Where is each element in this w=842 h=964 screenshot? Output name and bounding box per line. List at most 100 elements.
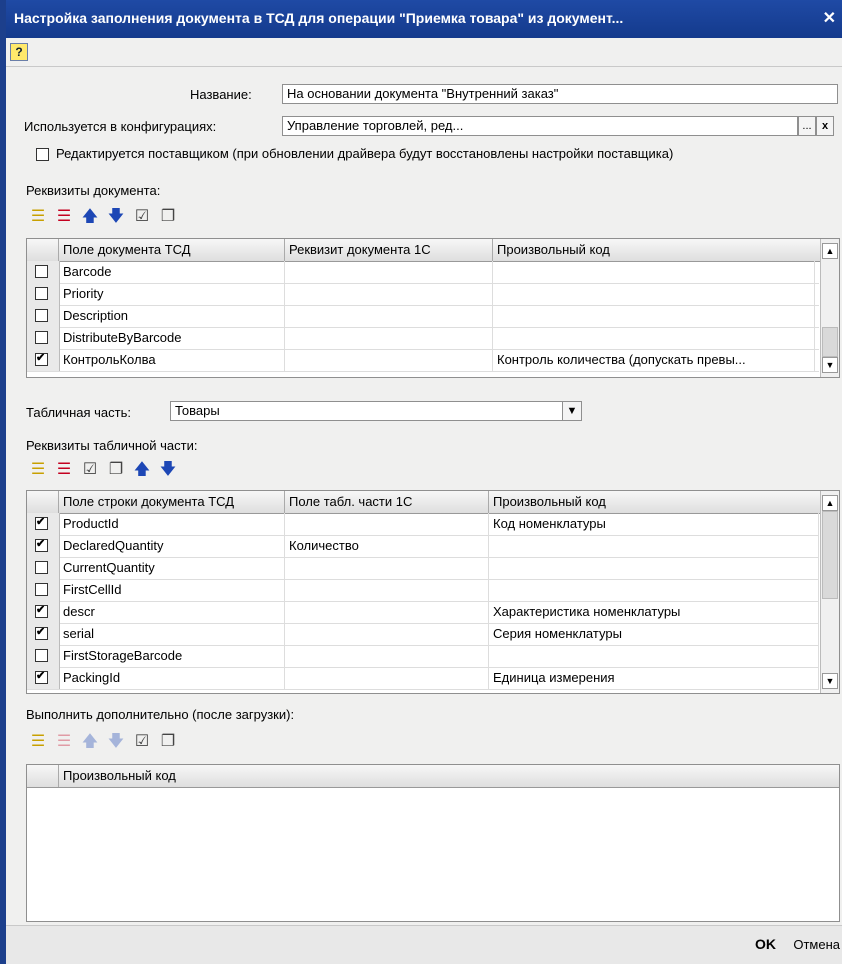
cell-field[interactable]: Description: [59, 305, 285, 327]
column-header[interactable]: Поле документа ТСД: [59, 239, 285, 261]
row-checkbox[interactable]: [35, 331, 48, 344]
close-icon[interactable]: ✕: [823, 8, 836, 28]
row-checkbox[interactable]: [35, 583, 48, 596]
table-row[interactable]: PackingId Единица измерения: [27, 667, 819, 690]
uncheck-all-icon[interactable]: ❐: [106, 460, 126, 480]
cell-code[interactable]: [493, 305, 815, 327]
cell-code[interactable]: Единица измерения: [489, 667, 819, 689]
table-part-select[interactable]: Товары ▼: [170, 401, 582, 421]
cell-attr[interactable]: [285, 305, 493, 327]
cell-code[interactable]: [489, 579, 819, 601]
uncheck-all-icon[interactable]: ❐: [158, 207, 178, 227]
table-row[interactable]: FirstStorageBarcode: [27, 645, 819, 668]
scroll-thumb[interactable]: [822, 511, 838, 599]
cell-attr[interactable]: Количество: [285, 535, 489, 557]
add-row-icon[interactable]: ☰: [28, 732, 48, 752]
table-row[interactable]: DeclaredQuantityКоличество: [27, 535, 819, 558]
move-up-icon[interactable]: 🡅: [132, 460, 152, 480]
column-header[interactable]: Произвольный код: [493, 239, 821, 261]
cell-field[interactable]: descr: [59, 601, 285, 623]
cell-attr[interactable]: [285, 283, 493, 305]
scroll-down-icon[interactable]: ▼: [822, 357, 838, 373]
scroll-up-icon[interactable]: ▲: [822, 495, 838, 511]
cell-attr[interactable]: [285, 601, 489, 623]
cell-attr[interactable]: [285, 557, 489, 579]
cell-attr[interactable]: [285, 645, 489, 667]
cell-code[interactable]: Код номенклатуры: [489, 513, 819, 535]
table-row[interactable]: descr Характеристика номенклатуры: [27, 601, 819, 624]
cell-field[interactable]: FirstStorageBarcode: [59, 645, 285, 667]
cell-code[interactable]: Серия номенклатуры: [489, 623, 819, 645]
row-checkbox[interactable]: [35, 561, 48, 574]
cell-field[interactable]: FirstCellId: [59, 579, 285, 601]
delete-row-icon[interactable]: ☰: [54, 207, 74, 227]
column-header[interactable]: Произвольный код: [59, 765, 839, 787]
cell-field[interactable]: DistributeByBarcode: [59, 327, 285, 349]
chevron-down-icon[interactable]: ▼: [562, 402, 581, 420]
ok-button[interactable]: OK: [755, 936, 776, 952]
cell-attr[interactable]: [285, 327, 493, 349]
cell-attr[interactable]: [285, 579, 489, 601]
cell-field[interactable]: CurrentQuantity: [59, 557, 285, 579]
column-header[interactable]: Произвольный код: [489, 491, 821, 513]
row-checkbox[interactable]: [35, 265, 48, 278]
cell-code[interactable]: Контроль количества (допускать превы...: [493, 349, 815, 371]
vertical-scrollbar[interactable]: ▲ ▼: [820, 239, 839, 377]
cell-code[interactable]: [493, 283, 815, 305]
table-row[interactable]: serial Серия номенклатуры: [27, 623, 819, 646]
help-icon[interactable]: ?: [10, 43, 28, 61]
table-row[interactable]: Description: [27, 305, 819, 328]
scroll-thumb[interactable]: [822, 327, 838, 357]
move-down-icon[interactable]: 🡇: [106, 207, 126, 227]
post-exec-grid[interactable]: Произвольный код: [26, 764, 840, 922]
cell-code[interactable]: [493, 261, 815, 283]
table-row[interactable]: DistributeByBarcode: [27, 327, 819, 350]
row-checkbox[interactable]: [35, 649, 48, 662]
cell-field[interactable]: КонтрольКолва: [59, 349, 285, 371]
table-row[interactable]: FirstCellId: [27, 579, 819, 602]
move-down-icon[interactable]: 🡇: [158, 460, 178, 480]
row-checkbox[interactable]: [35, 625, 48, 640]
table-row[interactable]: ProductId Код номенклатуры: [27, 513, 819, 536]
delete-row-icon[interactable]: ☰: [54, 460, 74, 480]
cell-code[interactable]: [493, 327, 815, 349]
row-checkbox[interactable]: [35, 287, 48, 300]
check-all-icon[interactable]: ☑: [80, 460, 100, 480]
cell-attr[interactable]: [285, 513, 489, 535]
row-checkbox[interactable]: [35, 669, 48, 684]
supplier-checkbox[interactable]: [36, 148, 49, 161]
row-checkbox[interactable]: [35, 537, 48, 552]
add-row-icon[interactable]: ☰: [28, 460, 48, 480]
cell-attr[interactable]: [285, 261, 493, 283]
row-checkbox[interactable]: [35, 309, 48, 322]
cell-code[interactable]: [489, 557, 819, 579]
config-clear-button[interactable]: x: [816, 116, 834, 136]
row-checkbox[interactable]: [35, 351, 48, 366]
scroll-up-icon[interactable]: ▲: [822, 243, 838, 259]
cancel-button[interactable]: Отмена: [793, 937, 840, 952]
column-header[interactable]: Реквизит документа 1С: [285, 239, 493, 261]
cell-field[interactable]: Barcode: [59, 261, 285, 283]
uncheck-all-icon[interactable]: ❐: [158, 732, 178, 752]
row-checkbox[interactable]: [35, 603, 48, 618]
move-up-icon[interactable]: 🡅: [80, 207, 100, 227]
cell-field[interactable]: PackingId: [59, 667, 285, 689]
check-all-icon[interactable]: ☑: [132, 207, 152, 227]
vertical-scrollbar[interactable]: ▲ ▼: [820, 491, 839, 693]
name-field[interactable]: На основании документа "Внутренний заказ…: [282, 84, 838, 104]
scroll-down-icon[interactable]: ▼: [822, 673, 838, 689]
table-row[interactable]: Priority: [27, 283, 819, 306]
column-header[interactable]: Поле строки документа ТСД: [59, 491, 285, 513]
cell-field[interactable]: DeclaredQuantity: [59, 535, 285, 557]
cell-field[interactable]: ProductId: [59, 513, 285, 535]
cell-code[interactable]: [489, 645, 819, 667]
table-row[interactable]: Barcode: [27, 261, 819, 284]
table-row[interactable]: CurrentQuantity: [27, 557, 819, 580]
cell-attr[interactable]: [285, 623, 489, 645]
config-select-button[interactable]: ...: [798, 116, 816, 136]
cell-attr[interactable]: [285, 349, 493, 371]
row-checkbox[interactable]: [35, 515, 48, 530]
cell-code[interactable]: Характеристика номенклатуры: [489, 601, 819, 623]
config-field[interactable]: Управление торговлей, ред...: [282, 116, 798, 136]
cell-field[interactable]: Priority: [59, 283, 285, 305]
